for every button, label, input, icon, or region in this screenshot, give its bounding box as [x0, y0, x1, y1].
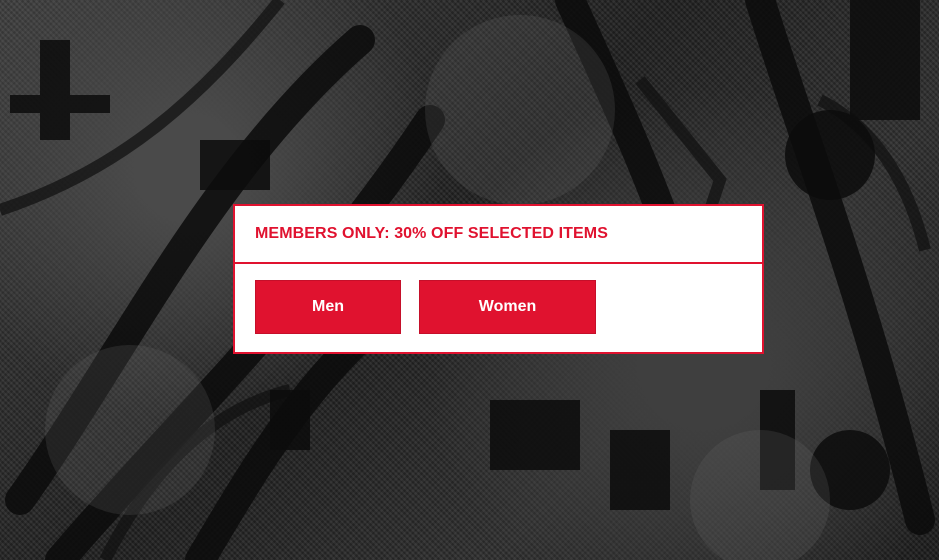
promo-actions: Men Women	[235, 264, 762, 352]
promo-title: MEMBERS ONLY: 30% OFF SELECTED ITEMS	[255, 225, 608, 242]
promo-header: MEMBERS ONLY: 30% OFF SELECTED ITEMS	[235, 206, 762, 264]
hero-background: MEMBERS ONLY: 30% OFF SELECTED ITEMS Men…	[0, 0, 939, 560]
women-button[interactable]: Women	[419, 280, 596, 334]
promo-card: MEMBERS ONLY: 30% OFF SELECTED ITEMS Men…	[233, 204, 764, 354]
men-button[interactable]: Men	[255, 280, 401, 334]
